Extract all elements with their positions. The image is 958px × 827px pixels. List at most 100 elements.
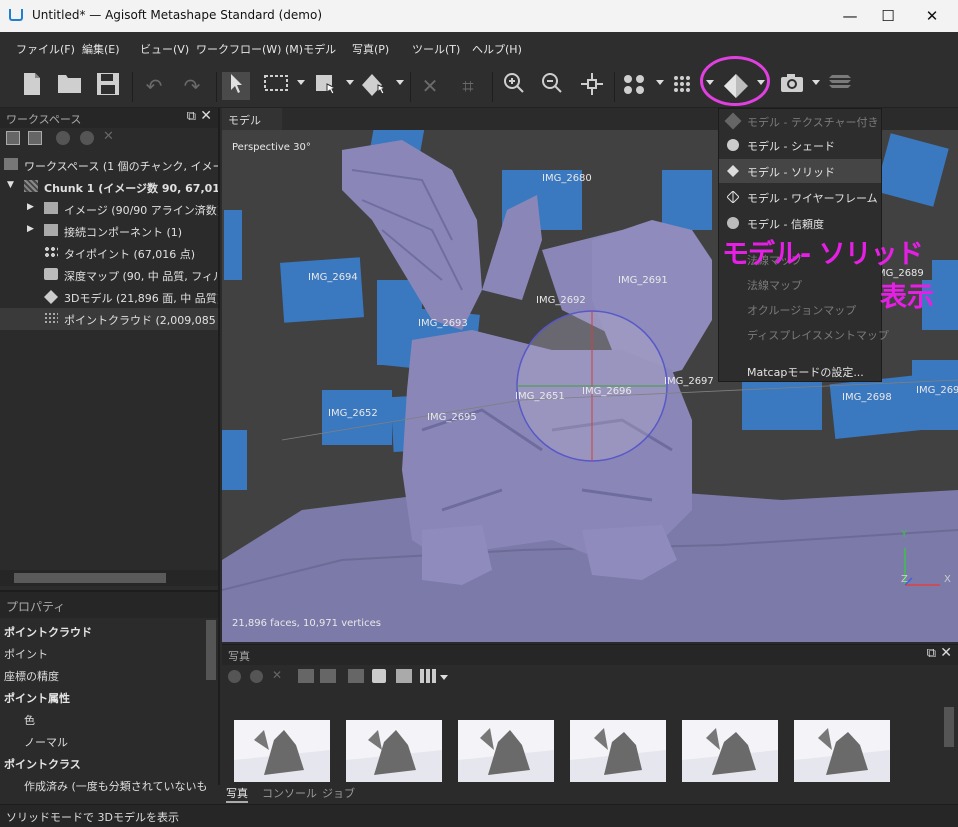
delete-selection-icon[interactable]: ✕	[416, 72, 444, 100]
prop-point-classes[interactable]: ポイントクラス	[0, 752, 206, 774]
expand-arrow-icon[interactable]: ▼	[7, 180, 14, 190]
tie-points-icon	[44, 246, 58, 258]
photo-thumbnail[interactable]	[794, 720, 890, 782]
camera-plane	[280, 257, 364, 323]
expand-arrow-icon[interactable]: ▶	[27, 224, 34, 234]
close-button[interactable]: ✕	[912, 4, 952, 28]
prop-points[interactable]: ポイント	[0, 642, 206, 664]
undock-icon[interactable]: ⧉	[187, 109, 196, 124]
horizontal-scrollbar[interactable]	[0, 570, 218, 586]
redo-icon[interactable]: ↷	[178, 72, 206, 100]
menu-item-occlusion-map[interactable]: オクルージョンマップ	[719, 297, 881, 321]
rotate-left-icon[interactable]	[298, 669, 314, 683]
rotate-dropdown-icon[interactable]	[396, 80, 404, 85]
navigation-arrow-icon[interactable]	[222, 72, 250, 100]
menu-workflow[interactable]: ワークフロー(W)	[196, 41, 281, 57]
region-dropdown-icon[interactable]	[346, 80, 354, 85]
tree-depth-maps[interactable]: 深度マップ (90, 中 品質, フィルタリン	[0, 264, 218, 286]
crop-selection-icon[interactable]: ⌗	[454, 72, 482, 100]
title-bar: Untitled* — Agisoft Metashape Standard (…	[0, 0, 958, 32]
menu-model[interactable]: (M)モデル	[285, 41, 336, 57]
menu-item-solid[interactable]: モデル - ソリッド	[719, 159, 881, 183]
tree-components[interactable]: ▶ 接続コンポーネント (1)	[0, 220, 218, 242]
disable-icon[interactable]	[80, 131, 94, 145]
menu-item-matcap-settings[interactable]: Matcapモードの設定...	[719, 359, 881, 383]
open-folder-icon[interactable]	[56, 72, 84, 100]
rotate-object-icon[interactable]	[360, 72, 388, 100]
rotate-right-icon[interactable]	[320, 669, 336, 683]
undock-icon[interactable]: ⧉	[927, 646, 936, 661]
masks-icon[interactable]	[348, 669, 364, 683]
layers-icon[interactable]	[826, 72, 854, 100]
prop-created[interactable]: 作成済み (一度も分類されていないもの	[0, 774, 206, 796]
properties-scrollbar[interactable]	[206, 620, 216, 680]
disable-icon[interactable]	[250, 670, 263, 683]
view-mode-icon[interactable]	[396, 669, 412, 683]
camera-icon[interactable]	[778, 72, 806, 100]
tree-workspace[interactable]: ワークスペース (1 個のチャンク, イメージ数 90)	[0, 154, 218, 176]
tree-chunk[interactable]: ▼ Chunk 1 (イメージ数 90, 67,016 タイポ	[0, 176, 218, 198]
enable-icon[interactable]	[56, 131, 70, 145]
camera-dropdown-icon[interactable]	[812, 80, 820, 85]
remove-icon[interactable]: ✕	[272, 668, 282, 682]
enable-icon[interactable]	[228, 670, 241, 683]
menu-photo[interactable]: 写真(P)	[352, 41, 389, 57]
tree-tie-points[interactable]: タイポイント (67,016 点)	[0, 242, 218, 264]
prop-point-attributes[interactable]: ポイント属性	[0, 686, 206, 708]
photo-thumbnail[interactable]	[458, 720, 554, 782]
tree-point-cloud[interactable]: ポイントクラウド (2,009,085 ポイント, 中	[0, 308, 218, 330]
panel-close-icon[interactable]: ✕	[200, 108, 212, 124]
save-icon[interactable]	[94, 72, 122, 100]
view-dropdown-icon[interactable]	[440, 675, 448, 680]
point-cloud-icon[interactable]	[620, 72, 648, 100]
prop-precision[interactable]: 座標の精度	[0, 664, 206, 686]
minimize-button[interactable]: —	[830, 4, 870, 28]
menu-item-shaded[interactable]: モデル - シェード	[719, 133, 881, 157]
menu-item-displacement-map[interactable]: ディスプレイスメントマップ	[719, 322, 889, 346]
mask-icon[interactable]	[372, 669, 386, 683]
menu-file[interactable]: ファイル(F)	[16, 41, 75, 57]
camera-label: IMG_2696	[582, 386, 632, 397]
scrollbar-thumb[interactable]	[14, 573, 166, 583]
axis-z-label: Z	[901, 574, 908, 585]
maximize-button[interactable]: ☐	[868, 4, 908, 28]
tree-images[interactable]: ▶ イメージ (90/90 アライン済数)	[0, 198, 218, 220]
prop-color[interactable]: 色	[0, 708, 206, 730]
add-photos-icon[interactable]	[28, 131, 42, 145]
expand-arrow-icon[interactable]: ▶	[27, 202, 34, 212]
photos-scrollbar[interactable]	[944, 707, 954, 747]
dense-cloud-icon[interactable]	[670, 72, 698, 100]
grid-view-icon[interactable]	[420, 669, 436, 683]
resize-region-icon[interactable]	[312, 72, 340, 100]
add-chunk-icon[interactable]	[6, 131, 20, 145]
remove-icon[interactable]: ✕	[103, 129, 114, 144]
tab-model[interactable]: モデル	[222, 108, 282, 130]
menu-view[interactable]: ビュー(V)	[140, 41, 189, 57]
tab-photos[interactable]: 写真	[226, 785, 248, 803]
selection-dropdown-icon[interactable]	[297, 80, 305, 85]
menu-edit[interactable]: 編集(E)	[82, 41, 120, 57]
tree-3d-model[interactable]: 3Dモデル (21,896 面, 中 品質)	[0, 286, 218, 308]
zoom-out-icon[interactable]	[538, 72, 566, 100]
tab-jobs[interactable]: ジョブ	[322, 785, 355, 801]
menu-tools[interactable]: ツール(T)	[412, 41, 460, 57]
zoom-in-icon[interactable]	[500, 72, 528, 100]
menu-help[interactable]: ヘルプ(H)	[472, 41, 522, 57]
menu-item-textured[interactable]: モデル - テクスチャー付き	[719, 109, 881, 133]
photo-thumbnail[interactable]	[570, 720, 666, 782]
camera-plane	[932, 260, 958, 320]
reset-view-icon[interactable]	[578, 72, 606, 100]
prop-normal[interactable]: ノーマル	[0, 730, 206, 752]
undo-icon[interactable]: ↶	[140, 72, 168, 100]
menu-item-wireframe[interactable]: モデル - ワイヤーフレーム	[719, 185, 881, 209]
photo-thumbnail[interactable]	[682, 720, 778, 782]
rectangle-selection-icon[interactable]	[262, 72, 290, 100]
photo-thumbnail[interactable]	[234, 720, 330, 782]
tab-console[interactable]: コンソール	[262, 785, 317, 801]
menu-item-normal-map-2[interactable]: 法線マップ	[719, 272, 881, 296]
point-cloud-dropdown-icon[interactable]	[656, 80, 664, 85]
panel-close-icon[interactable]: ✕	[940, 645, 952, 661]
photo-thumbnail[interactable]	[346, 720, 442, 782]
new-document-icon[interactable]	[18, 72, 46, 100]
prop-point-cloud[interactable]: ポイントクラウド	[0, 620, 206, 642]
